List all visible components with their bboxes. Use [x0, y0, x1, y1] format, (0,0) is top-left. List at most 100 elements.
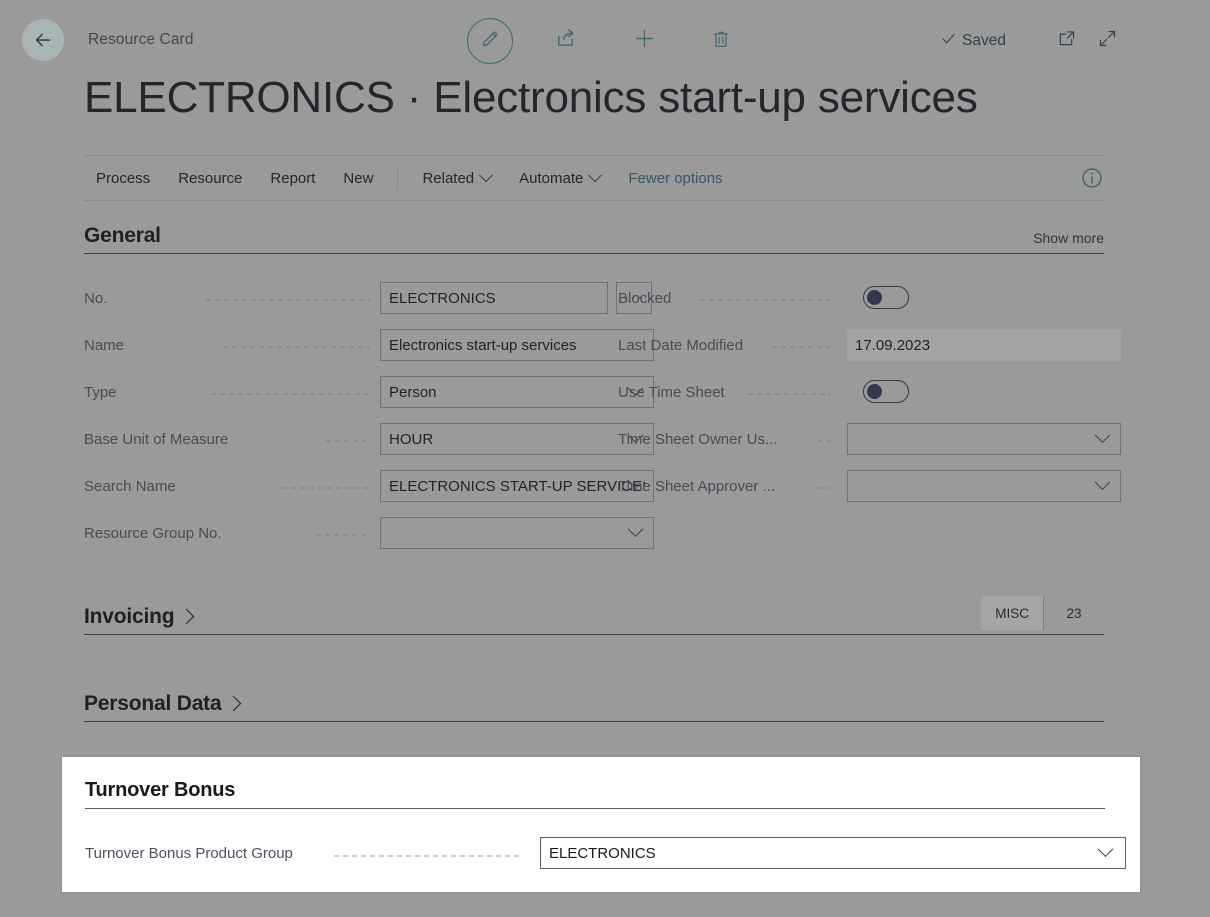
field-row-blocked: Blocked	[618, 280, 1106, 327]
field-row-resource-group-no: Resource Group No.	[84, 515, 584, 562]
time-sheet-approver-dropdown[interactable]	[847, 470, 1121, 502]
field-value: 17.09.2023	[855, 337, 930, 354]
section-title-invoicing: Invoicing	[84, 605, 174, 629]
personal-data-section-header[interactable]: Personal Data	[84, 692, 1104, 722]
section-title-general: General	[84, 224, 161, 248]
name-input[interactable]: Electronics start-up services	[380, 329, 654, 361]
breadcrumb[interactable]: Resource Card	[88, 31, 194, 49]
field-label: Turnover Bonus Product Group	[85, 845, 293, 862]
field-label: Search Name	[84, 478, 176, 495]
chevron-down-icon	[1098, 841, 1114, 857]
use-time-sheet-toggle[interactable]	[863, 380, 909, 403]
ribbon-label: Report	[270, 170, 315, 187]
leader-dots	[314, 534, 370, 536]
back-button[interactable]	[22, 19, 64, 61]
page-title: ELECTRONICS · Electronics start-up servi…	[84, 73, 978, 123]
info-circle-icon	[1080, 177, 1104, 194]
leader-dots	[816, 487, 831, 489]
back-arrow-icon	[32, 29, 54, 51]
badge-value: 23	[1043, 596, 1104, 630]
field-label: Use Time Sheet	[618, 384, 725, 401]
field-label: No.	[84, 290, 107, 307]
field-row-type: Type Person	[84, 374, 584, 421]
chevron-right-icon	[179, 608, 195, 624]
field-row-no: No. ELECTRONICS ···	[84, 280, 584, 327]
saved-status: Saved	[940, 30, 1006, 52]
field-value: HOUR	[389, 431, 433, 448]
ribbon-item-new[interactable]: New	[329, 156, 387, 200]
ribbon-item-automate[interactable]: Automate	[505, 156, 614, 200]
field-row-time-sheet-approver: Time Sheet Approver ...	[618, 468, 1106, 515]
open-in-new-window-icon	[1056, 28, 1077, 54]
ribbon-label: Related	[422, 170, 474, 187]
field-row-use-time-sheet: Use Time Sheet	[618, 374, 1106, 421]
field-value: Electronics start-up services	[389, 337, 577, 354]
ribbon-label: Fewer options	[628, 170, 722, 187]
chevron-down-icon	[628, 521, 644, 537]
invoicing-section-header[interactable]: Invoicing MISC 23	[84, 605, 1104, 635]
field-value: ELECTRONICS START-UP SERVICES	[389, 478, 645, 495]
time-sheet-owner-user-dropdown[interactable]	[847, 423, 1121, 455]
field-label: Name	[84, 337, 124, 354]
no-input[interactable]: ELECTRONICS	[380, 282, 608, 314]
info-button[interactable]	[1080, 166, 1104, 190]
leader-dots	[746, 393, 831, 395]
chevron-down-icon	[588, 168, 602, 182]
toggle-knob	[867, 384, 882, 399]
new-button[interactable]	[627, 24, 661, 58]
field-row-turnover-bonus-product-group: Turnover Bonus Product Group ELECTRONICS	[85, 837, 1125, 871]
checkmark-icon	[940, 30, 957, 52]
saved-label: Saved	[962, 32, 1006, 50]
field-label: Blocked	[618, 290, 671, 307]
leader-dots	[332, 855, 522, 857]
field-value: ELECTRONICS	[389, 290, 496, 307]
base-unit-of-measure-dropdown[interactable]: HOUR	[380, 423, 654, 455]
chevron-down-icon	[1095, 474, 1111, 490]
badge-key: MISC	[981, 596, 1043, 630]
share-icon	[555, 27, 578, 55]
field-label: Time Sheet Approver ...	[618, 478, 775, 495]
field-row-name: Name Electronics start-up services	[84, 327, 584, 374]
action-ribbon: Process Resource Report New Related Auto…	[84, 155, 1104, 201]
expand-diagonal-icon	[1097, 28, 1118, 54]
open-in-new-window-button[interactable]	[1049, 24, 1083, 58]
leader-dots	[221, 346, 370, 348]
chevron-right-icon	[226, 695, 242, 711]
top-bar: Resource Card	[0, 0, 1210, 72]
edit-button[interactable]	[467, 18, 513, 64]
chevron-down-icon	[1095, 427, 1111, 443]
field-label: Resource Group No.	[84, 525, 222, 542]
toggle-knob	[867, 290, 882, 305]
field-label: Time Sheet Owner Us...	[618, 431, 778, 448]
ribbon-item-report[interactable]: Report	[256, 156, 329, 200]
ribbon-label: Resource	[178, 170, 242, 187]
blocked-toggle[interactable]	[863, 286, 909, 309]
expand-button[interactable]	[1090, 24, 1124, 58]
field-value: Person	[389, 384, 437, 401]
delete-button[interactable]	[704, 24, 738, 58]
ribbon-item-fewer-options[interactable]: Fewer options	[614, 156, 736, 200]
turnover-bonus-product-group-dropdown[interactable]: ELECTRONICS	[540, 837, 1126, 869]
resource-group-no-dropdown[interactable]	[380, 517, 654, 549]
field-value: ELECTRONICS	[549, 845, 656, 862]
leader-dots	[209, 393, 370, 395]
turnover-bonus-card: Turnover Bonus Turnover Bonus Product Gr…	[62, 757, 1140, 892]
form-column-left: No. ELECTRONICS ··· Name Electronics sta…	[84, 280, 584, 562]
pencil-edit-icon	[480, 28, 501, 54]
ribbon-item-process[interactable]: Process	[84, 156, 164, 200]
invoicing-badge-group: MISC 23	[981, 596, 1104, 630]
search-name-input[interactable]: ELECTRONICS START-UP SERVICES	[380, 470, 654, 502]
ribbon-item-related[interactable]: Related	[408, 156, 505, 200]
field-row-last-date-modified: Last Date Modified 17.09.2023	[618, 327, 1106, 374]
type-dropdown[interactable]: Person	[380, 376, 654, 408]
leader-dots	[204, 299, 370, 301]
section-title-personal-data: Personal Data	[84, 692, 221, 716]
share-button[interactable]	[549, 24, 583, 58]
field-label: Last Date Modified	[618, 337, 743, 354]
field-label: Type	[84, 384, 117, 401]
ribbon-item-resource[interactable]: Resource	[164, 156, 256, 200]
turnover-bonus-title: Turnover Bonus	[85, 779, 1105, 809]
leader-dots	[770, 346, 831, 348]
show-more-link[interactable]: Show more	[1033, 230, 1104, 248]
field-row-time-sheet-owner-user: Time Sheet Owner Us...	[618, 421, 1106, 468]
